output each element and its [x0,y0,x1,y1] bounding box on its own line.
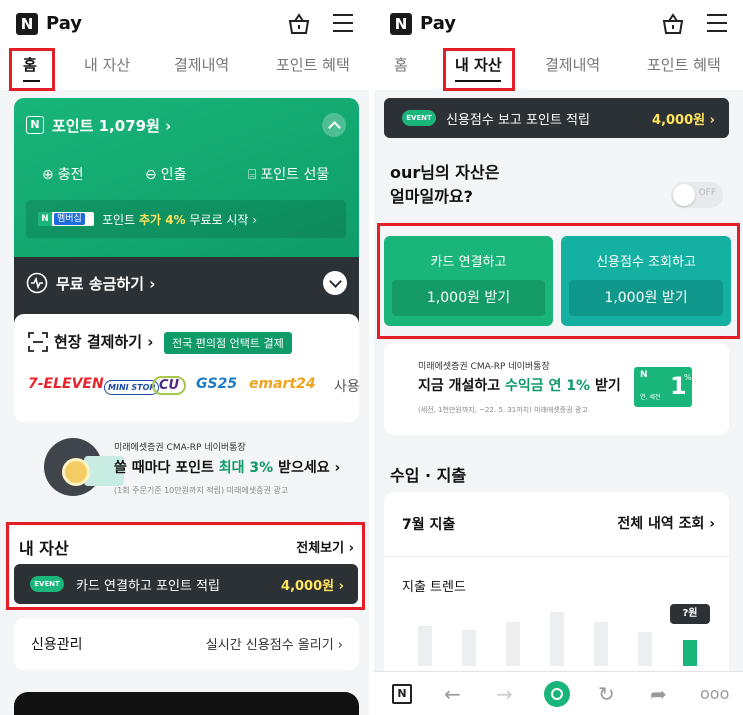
trend-bar [638,632,652,666]
ad-sponsor: 미래에셋증권 CMA-RP 네이버통장 [114,443,246,453]
points-balance[interactable]: 포인트 1,079원 › [52,115,171,136]
trend-bar [594,622,608,666]
onsite-pay-label: 현장 결제하기 › [54,333,154,351]
full-history-link[interactable]: 전체 내역 조회 › [617,513,715,533]
naver-logo[interactable]: N [16,13,38,35]
ad-footnote: (세전, 1천만원까지, ~22. 5. 31까지) 미래에셋증권 광고 [418,406,588,414]
interest-badge: N 연, 세전 1 % [634,367,692,407]
withdraw-icon: ⊖ [145,167,157,183]
free-transfer-label: 무료 송금하기 › [56,275,156,293]
cma-ad-banner[interactable]: 미래에셋증권 CMA-RP 네이버통장 쓸 때마다 포인트 최대 3% 받으세요… [14,430,359,510]
cma-ad-card[interactable]: 미래에셋증권 CMA-RP 네이버통장 지금 개설하고 수익금 연 1% 받기 … [384,343,729,435]
green-dot-icon[interactable] [544,681,570,707]
forward-icon[interactable]: → [496,682,513,706]
row-divider [384,556,729,557]
pay-logo-text: Pay [420,13,457,34]
n-point-icon: N [26,116,44,134]
spending-trend-label: 지출 트렌드 [402,580,466,595]
credit-management-label: 신용관리 [31,637,83,653]
credit-management-row[interactable]: 신용관리 실시간 신용점수 올리기 › [14,618,359,670]
share-icon[interactable]: ➦ [650,682,667,706]
month-spending: 7월 지출 [402,517,456,533]
credit-score-event[interactable]: EVENT 신용점수 보고 포인트 적립 4,000원 › [384,98,729,138]
brand-cu[interactable]: CU [152,376,187,395]
charge-button[interactable]: ⊕ 충전 [42,164,84,184]
onsite-payment-card[interactable]: 현장 결제하기 › 전국 편의점 언택트 결제 7-ELEVEN MINI ST… [14,314,360,422]
home-screen: N Pay 홈 내 자산 결제내역 포인트 혜택 N 포인트 1,079원 › … [0,0,369,715]
highlight-my-assets [6,522,365,610]
ad-headline: 쓸 때마다 포인트 최대 3% 받으세요 › [114,460,341,476]
top-bar: N Pay [0,0,369,46]
event-text: 신용점수 보고 포인트 적립 [446,113,590,128]
shopping-bag-icon[interactable] [287,12,311,36]
event-amount: 4,000원 › [652,113,715,128]
app-screenshots: N Pay 홈 내 자산 결제내역 포인트 혜택 N 포인트 1,079원 › … [0,0,743,715]
main-tabs: 홈 내 자산 결제내역 포인트 혜택 [374,46,743,90]
income-expense-title: 수입 · 지출 [390,466,467,485]
coin-icon [62,458,90,486]
contactless-tag: 전국 편의점 언택트 결제 [164,332,292,354]
trend-bar [418,626,432,666]
highlight-my-assets-tab [443,48,515,91]
credit-score-link[interactable]: 실시간 신용점수 올리기 › [206,634,343,653]
ad-footnote: (1회 주문기준 10만원까지 적립) 미래에셋증권 광고 [114,486,289,495]
toggle-state: OFF [698,188,716,198]
asset-visibility-toggle[interactable]: OFF [671,182,723,208]
tab-point-benefits[interactable]: 포인트 혜택 [647,54,721,75]
transfer-icon [26,272,48,294]
tab-payment-history[interactable]: 결제내역 [174,54,229,75]
withdraw-button[interactable]: ⊖ 인출 [145,164,187,184]
highlight-home-tab [9,48,55,91]
naver-home-icon[interactable]: N [392,684,412,704]
browser-bottom-nav: N ← → ↻ ➦ ooo [374,671,743,715]
tab-home[interactable]: 홈 [394,54,408,75]
my-assets-screen: N Pay 홈 내 자산 결제내역 포인트 혜택 EVENT 신용점수 보고 포… [374,0,743,715]
naver-plus-badge: N 멤버십 [38,212,94,226]
expand-icon[interactable] [323,271,347,295]
tab-point-benefits[interactable]: 포인트 혜택 [276,54,350,75]
collapse-icon[interactable] [322,113,346,137]
more-icon[interactable]: ooo [700,682,729,706]
spending-trend-chart: ?원 [384,596,729,666]
gift-icon: ⌸ [248,167,257,183]
shopping-bag-icon[interactable] [661,12,685,36]
trend-bar [550,612,564,666]
tab-my-assets[interactable]: 내 자산 [84,54,130,75]
highlight-rewards [377,223,740,339]
naver-logo[interactable]: N [390,13,412,35]
membership-promo[interactable]: N 멤버십 포인트 추가 4% 무료로 시작 › [26,200,346,238]
trend-bar-current [683,640,697,666]
brand-ministop[interactable]: MINI STOP [104,380,160,395]
points-card: N 포인트 1,079원 › ⊕ 충전 ⊖ 인출 ⌸ 포인트 선물 N 멤버십 포인트… [14,98,359,273]
trend-bar [506,622,520,666]
gift-points-button[interactable]: ⌸ 포인트 선물 [248,164,329,184]
bottom-dark-card [14,692,359,715]
brand-gs25[interactable]: GS25 [196,376,237,392]
brand-more[interactable]: 사용 [334,376,360,396]
membership-promo-text: 포인트 추가 4% 무료로 시작 › [102,213,258,227]
tab-payment-history[interactable]: 결제내역 [545,54,600,75]
top-bar: N Pay [374,0,743,46]
hamburger-menu-icon[interactable] [707,14,727,32]
trend-bar [462,630,476,666]
brand-emart24[interactable]: emart24 [249,376,316,392]
ad-sponsor: 미래에셋증권 CMA-RP 네이버통장 [418,362,550,372]
scan-icon [28,332,48,352]
back-icon[interactable]: ← [444,682,461,706]
ad-headline: 지금 개설하고 수익금 연 1% 받기 [418,378,621,394]
asset-greeting: our님의 자산은 얼마일까요? [390,163,500,206]
hamburger-menu-icon[interactable] [333,14,353,32]
trend-tooltip: ?원 [670,604,710,624]
main-tabs: 홈 내 자산 결제내역 포인트 혜택 [0,46,369,90]
plus-circle-icon: ⊕ [42,167,54,183]
refresh-icon[interactable]: ↻ [598,682,615,706]
brand-seven-eleven[interactable]: 7-ELEVEN [28,376,104,392]
event-pill: EVENT [402,110,436,126]
pay-logo-text: Pay [46,13,83,34]
